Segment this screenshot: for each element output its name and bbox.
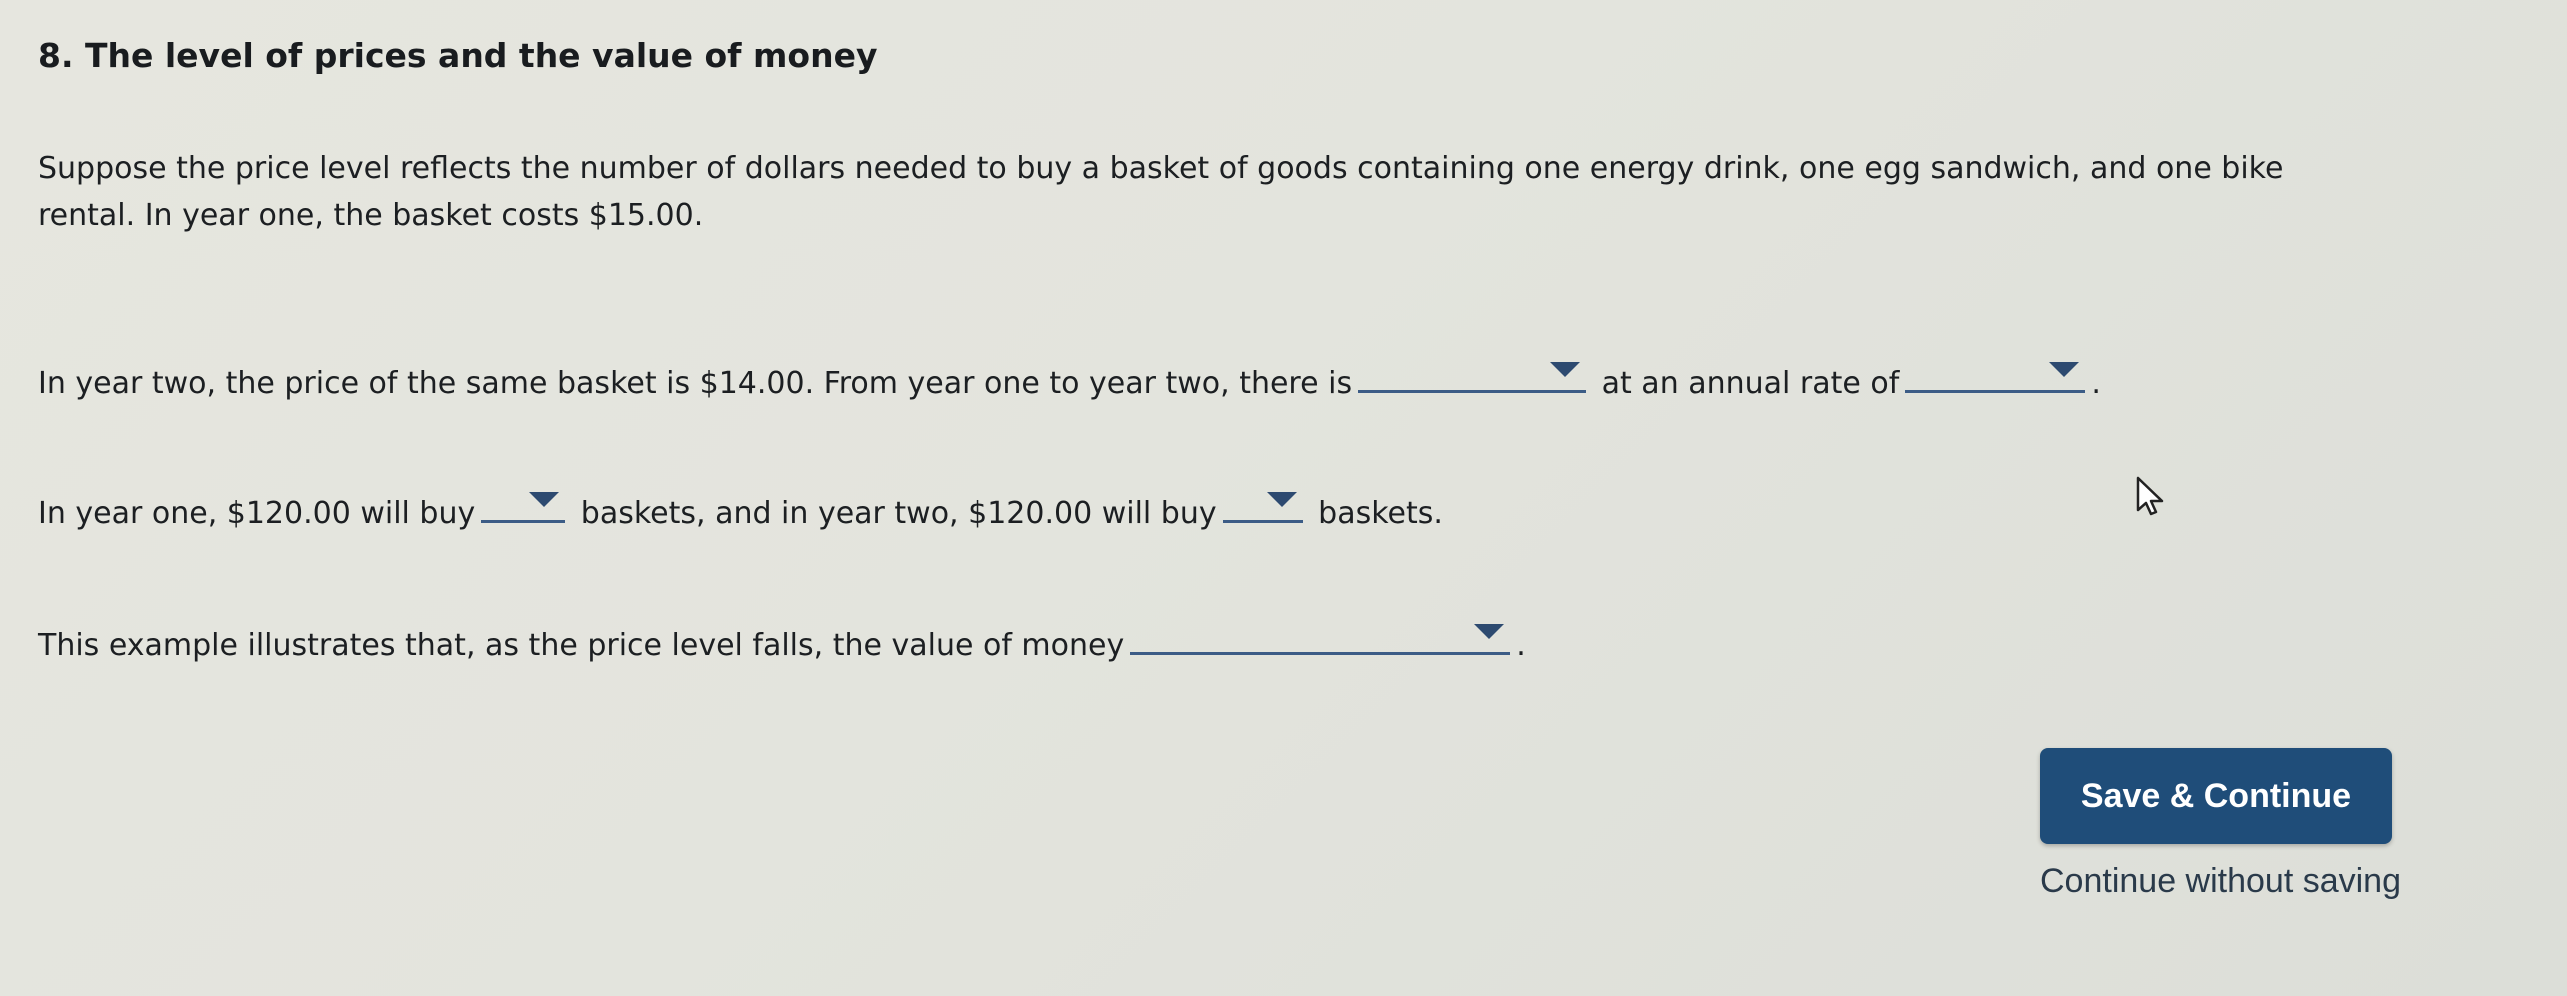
question-title: 8. The level of prices and the value of … bbox=[38, 36, 878, 75]
example-text-after: . bbox=[1516, 628, 1526, 663]
mouse-cursor-icon bbox=[2136, 476, 2164, 516]
intro-line-2: rental. In year one, the basket costs $1… bbox=[38, 197, 704, 233]
year-one-baskets-dropdown[interactable] bbox=[481, 480, 566, 523]
year-two-text-before: In year two, the price of the same baske… bbox=[38, 366, 1353, 401]
year-one-text-after: baskets. bbox=[1318, 496, 1443, 531]
year-one-text-before: In year one, $120.00 will buy bbox=[38, 496, 476, 531]
caret-down-icon bbox=[1550, 362, 1581, 377]
value-of-money-dropdown[interactable] bbox=[1130, 612, 1511, 655]
intro-line-1: Suppose the price level reflects the num… bbox=[38, 151, 2284, 186]
change-type-dropdown[interactable] bbox=[1358, 350, 1587, 393]
save-continue-button[interactable]: Save & Continue bbox=[2040, 748, 2392, 844]
year-two-sentence: In year two, the price of the same baske… bbox=[38, 350, 2101, 408]
caret-down-icon bbox=[2049, 362, 2080, 377]
baskets-sentence: In year one, $120.00 will buy baskets, a… bbox=[38, 480, 1443, 538]
example-text-before: This example illustrates that, as the pr… bbox=[38, 628, 1125, 663]
year-two-text-middle: at an annual rate of bbox=[1601, 366, 1900, 401]
year-one-text-middle: baskets, and in year two, $120.00 will b… bbox=[580, 496, 1217, 531]
year-two-baskets-dropdown[interactable] bbox=[1222, 480, 1303, 523]
caret-down-icon bbox=[1474, 624, 1505, 639]
caret-down-icon bbox=[1266, 492, 1297, 507]
year-two-text-after: . bbox=[2091, 366, 2101, 401]
intro-paragraph: Suppose the price level reflects the num… bbox=[38, 146, 2283, 239]
annual-rate-dropdown[interactable] bbox=[1905, 350, 2086, 393]
continue-without-saving-link[interactable]: Continue without saving bbox=[2040, 862, 2401, 901]
example-sentence: This example illustrates that, as the pr… bbox=[38, 612, 1526, 670]
caret-down-icon bbox=[529, 492, 560, 507]
